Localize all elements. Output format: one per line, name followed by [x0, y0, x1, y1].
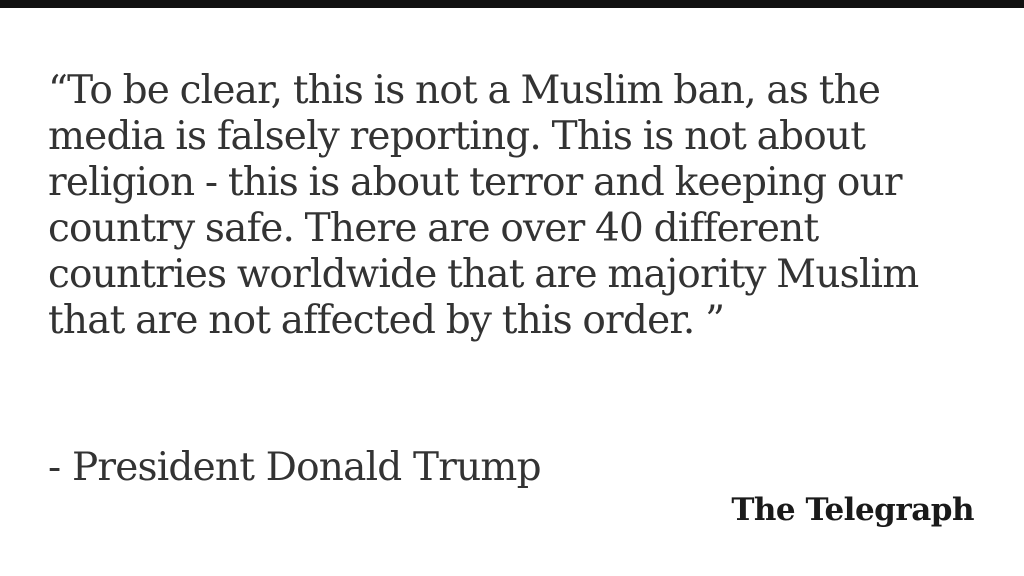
quote-line: religion - this is about terror and keep…: [48, 160, 903, 205]
quote-line: country safe. There are over 40 differen…: [48, 206, 819, 251]
quote-line: “To be clear, this is not a Muslim ban, …: [48, 68, 881, 113]
telegraph-logo: The Telegraph: [731, 492, 974, 528]
quote-attribution: - President Donald Trump: [48, 445, 542, 490]
quote-text: “To be clear, this is not a Muslim ban, …: [48, 68, 998, 344]
quote-line: countries worldwide that are majority Mu…: [48, 252, 919, 297]
top-bar: [0, 0, 1024, 8]
quote-line: media is falsely reporting. This is not …: [48, 114, 866, 159]
quote-line: that are not affected by this order. ”: [48, 298, 725, 343]
